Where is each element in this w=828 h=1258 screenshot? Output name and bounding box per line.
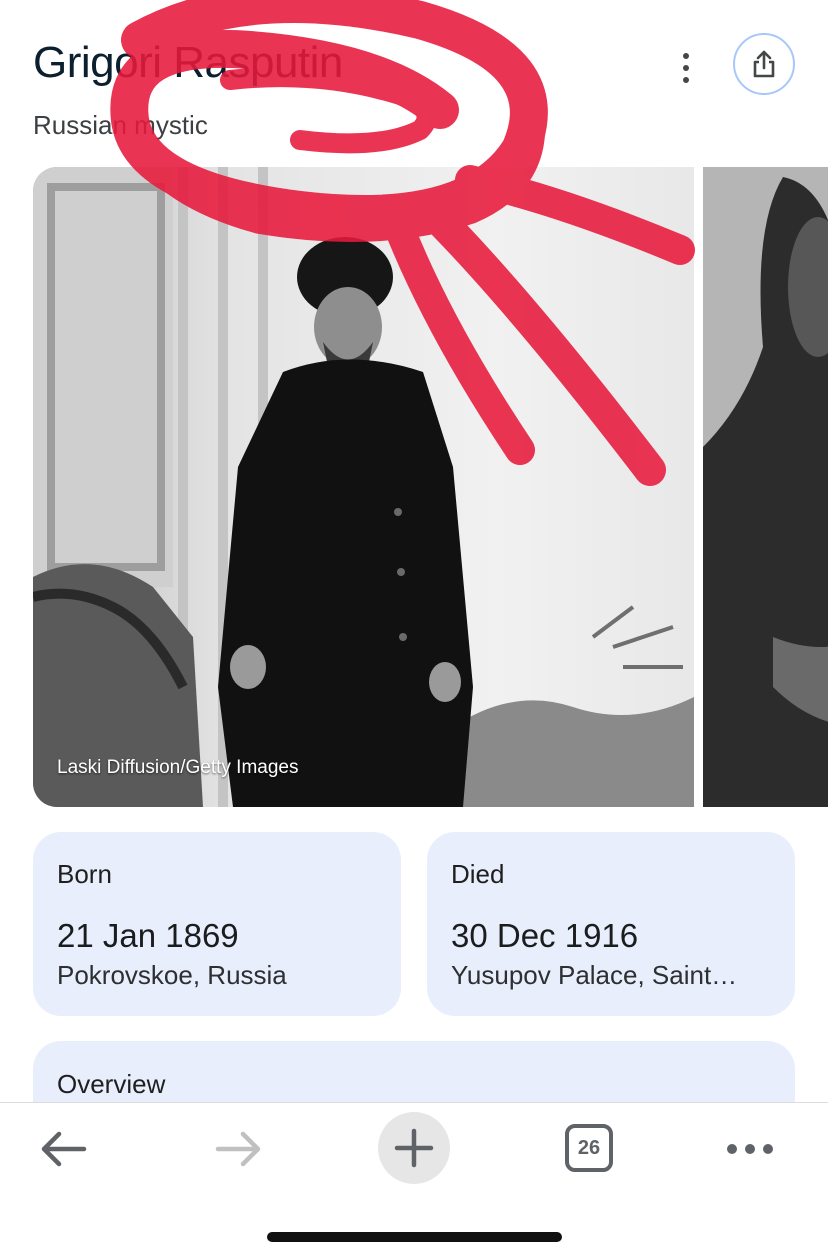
died-card[interactable]: Died 30 Dec 1916 Yusupov Palace, Saint… <box>427 832 795 1016</box>
more-options-button[interactable] <box>668 46 704 90</box>
main-photo[interactable]: Laski Diffusion/Getty Images <box>33 167 694 807</box>
arrow-left-icon <box>41 1131 87 1167</box>
forward-button[interactable] <box>208 1119 268 1179</box>
died-date: 30 Dec 1916 <box>451 917 639 954</box>
knowledge-panel-header: Grigori Rasputin Russian mystic <box>0 0 828 160</box>
image-gallery[interactable]: Laski Diffusion/Getty Images <box>33 167 828 807</box>
died-place: Yusupov Palace, Saint… <box>451 960 738 990</box>
share-icon <box>753 50 775 78</box>
born-place: Pokrovskoe, Russia <box>57 960 287 990</box>
died-label: Died <box>451 859 505 889</box>
more-horizontal-icon <box>727 1144 737 1154</box>
menu-button[interactable] <box>720 1119 780 1179</box>
arrow-right-icon <box>215 1131 261 1167</box>
home-indicator <box>267 1232 562 1242</box>
kebab-vertical-icon <box>683 53 689 59</box>
overview-label: Overview <box>57 1069 166 1099</box>
page-title: Grigori Rasputin <box>33 38 343 87</box>
born-label: Born <box>57 859 112 889</box>
plus-icon <box>394 1128 434 1168</box>
page-subtitle: Russian mystic <box>33 110 208 140</box>
second-portrait-image <box>703 167 828 807</box>
image-credit: Laski Diffusion/Getty Images <box>57 757 299 778</box>
back-button[interactable] <box>34 1119 94 1179</box>
tab-count: 26 <box>565 1124 613 1172</box>
born-date: 21 Jan 1869 <box>57 917 239 954</box>
new-tab-button[interactable] <box>378 1112 450 1184</box>
tab-switcher-button[interactable]: 26 <box>560 1119 618 1177</box>
born-card[interactable]: Born 21 Jan 1869 Pokrovskoe, Russia <box>33 832 401 1016</box>
portrait-photo-image <box>33 167 694 807</box>
share-button[interactable] <box>733 33 795 95</box>
second-photo[interactable] <box>703 167 828 807</box>
